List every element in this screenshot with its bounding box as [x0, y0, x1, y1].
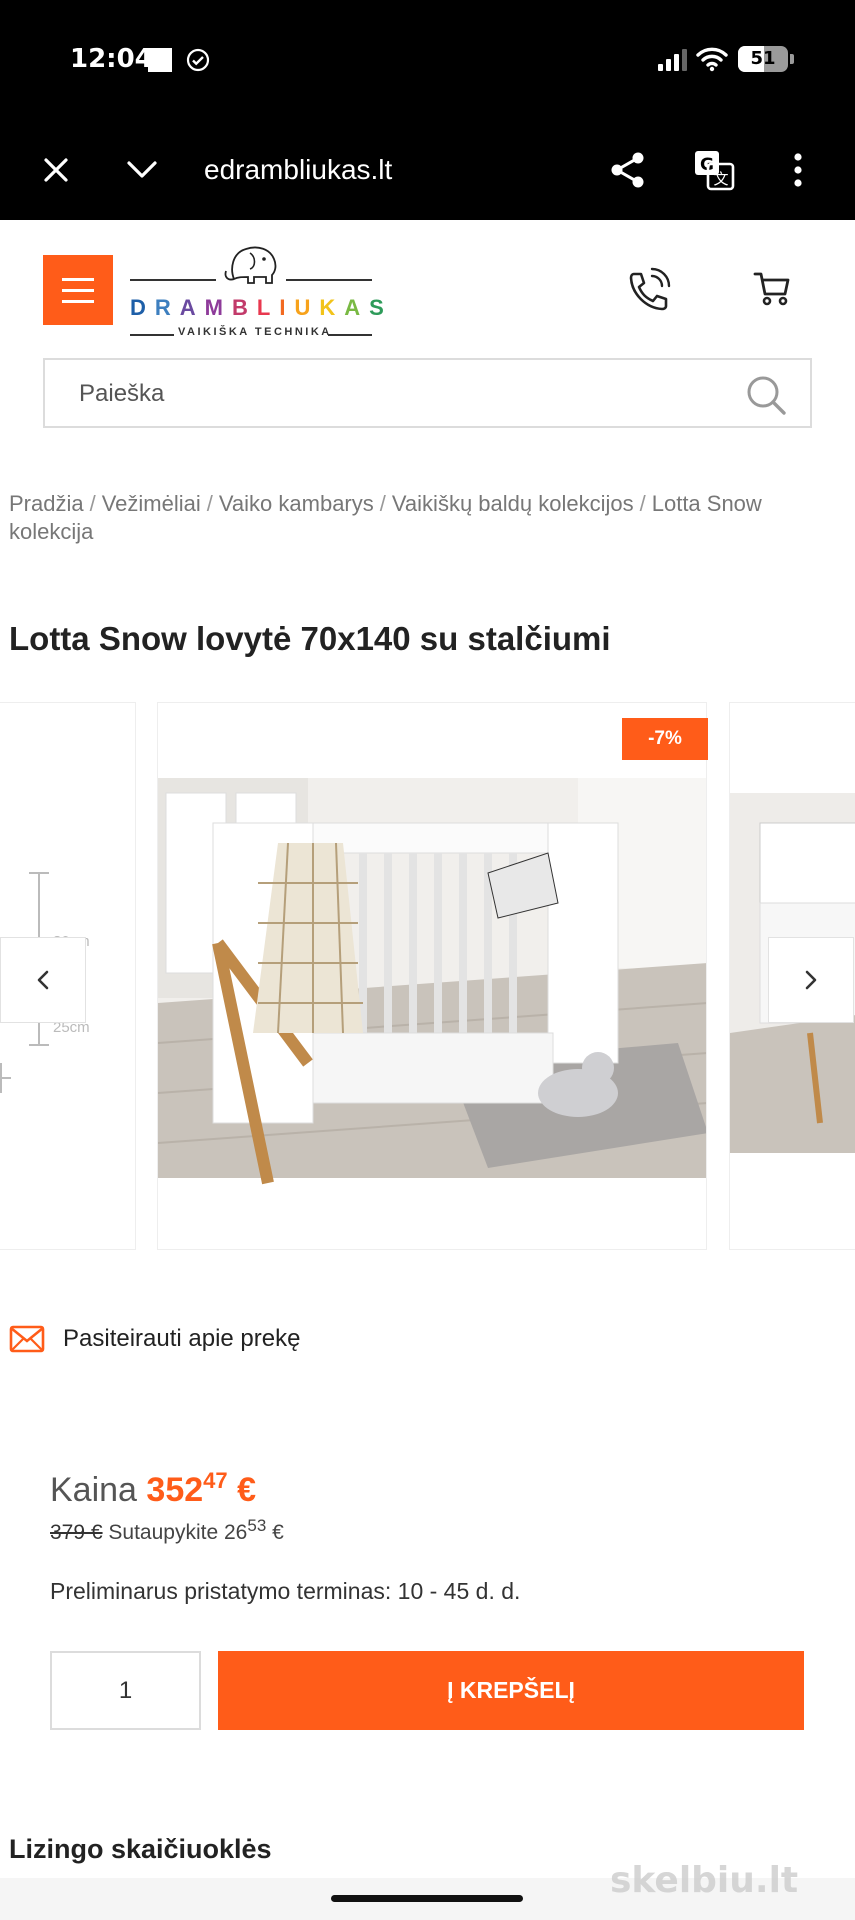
product-image — [158, 778, 706, 1185]
breadcrumb-separator: / — [379, 491, 386, 516]
logo-letter: I — [279, 295, 295, 320]
breadcrumb: Pradžia / Vežimėliai / Vaiko kambarys / Vaikiš… — [9, 490, 849, 546]
browser-toolbar: edrambliukas.lt G文 — [0, 120, 855, 220]
logo-letter: S — [369, 295, 393, 320]
logo-tagline: VAIKIŠKA TECHNIKA — [178, 326, 332, 338]
logo-letter: K — [319, 295, 345, 320]
add-to-cart-button[interactable]: Į KREPŠELĮ — [218, 1651, 804, 1730]
logo-letter: R — [154, 295, 180, 320]
check-circle-icon — [186, 48, 210, 72]
close-tab-button[interactable] — [32, 146, 80, 194]
site-logo[interactable]: DRAMBLIUKAS VAIKIŠKA TECHNIKA — [126, 235, 384, 345]
collapse-button[interactable] — [118, 146, 166, 194]
chevron-left-icon — [37, 970, 49, 990]
status-bar: 12:04 51 — [0, 0, 855, 120]
search-input[interactable] — [79, 376, 729, 412]
hamburger-menu-button[interactable] — [43, 255, 113, 325]
phone-button[interactable] — [624, 266, 672, 314]
price-label: Kaina — [50, 1471, 137, 1509]
savings-value: 2653 € — [224, 1516, 284, 1544]
carousel-prev-button[interactable] — [0, 937, 86, 1023]
status-time: 12:04 — [70, 44, 153, 74]
signal-icon — [658, 49, 687, 71]
savings-label: Sutaupykite — [108, 1521, 219, 1544]
old-price-line: 379 € Sutaupykite 2653 € — [50, 1516, 284, 1545]
inquiry-link[interactable]: Pasiteirauti apie prekę — [9, 1322, 300, 1356]
logo-wordmark: DRAMBLIUKAS — [130, 295, 384, 321]
battery-tip — [790, 54, 794, 64]
breadcrumb-strollers[interactable]: Vežimėliai — [102, 491, 201, 516]
wifi-icon — [696, 47, 728, 72]
breadcrumb-separator: / — [639, 491, 646, 516]
logo-letter: A — [179, 295, 205, 320]
translate-icon: G文 — [695, 151, 735, 191]
logo-letter: U — [294, 295, 320, 320]
product-title: Lotta Snow lovytė 70x140 su stalčiumi — [9, 620, 611, 657]
cart-icon — [753, 272, 790, 306]
elephant-icon — [224, 246, 277, 284]
svg-text:文: 文 — [713, 170, 728, 188]
price-line: Kaina 35247 € — [50, 1468, 256, 1510]
discount-badge: -7% — [622, 718, 708, 760]
logo-letter: L — [256, 295, 280, 320]
inquiry-label: Pasiteirauti apie prekę — [63, 1325, 301, 1352]
breadcrumb-separator: / — [206, 491, 213, 516]
logo-letter: A — [344, 295, 370, 320]
price-value: 35247 € — [146, 1468, 257, 1509]
search-icon[interactable] — [745, 374, 787, 416]
battery-level-text: 51 — [750, 48, 776, 69]
more-menu-button[interactable] — [774, 146, 822, 194]
breadcrumb-kids-room[interactable]: Vaiko kambarys — [219, 491, 374, 516]
breadcrumb-furniture-collections[interactable]: Vaikiškų baldų kolekcijos — [392, 491, 634, 516]
old-price: 379 € — [50, 1521, 103, 1544]
notification-icon — [148, 48, 172, 72]
carousel-slide-current[interactable] — [157, 702, 707, 1250]
breadcrumb-home[interactable]: Pradžia — [9, 491, 84, 516]
share-icon — [611, 152, 644, 188]
logo-letter: B — [232, 295, 257, 320]
logo-letter: M — [204, 295, 232, 320]
share-button[interactable] — [604, 146, 652, 194]
watermark: skelbiu.lt — [610, 1860, 799, 1901]
logo-letter: D — [130, 295, 155, 320]
delivery-estimate: Preliminarus pristatymo terminas: 10 - 4… — [50, 1578, 521, 1604]
close-icon — [44, 158, 68, 182]
more-vertical-icon — [794, 153, 802, 187]
quantity-input[interactable] — [50, 1651, 201, 1730]
url-text[interactable]: edrambliukas.lt — [204, 154, 392, 186]
battery-icon: 51 — [738, 46, 788, 72]
search-bar — [43, 358, 812, 428]
leasing-calculators-heading: Lizingo skaičiuoklės — [9, 1834, 272, 1864]
chevron-down-icon — [127, 161, 157, 178]
breadcrumb-separator: / — [89, 491, 96, 516]
chevron-right-icon — [805, 970, 817, 990]
envelope-icon — [9, 1325, 45, 1353]
cart-button[interactable] — [752, 268, 800, 316]
phone-icon — [629, 267, 671, 311]
carousel-next-button[interactable] — [768, 937, 854, 1023]
translate-button[interactable]: G文 — [690, 146, 738, 194]
home-indicator[interactable] — [331, 1895, 523, 1902]
